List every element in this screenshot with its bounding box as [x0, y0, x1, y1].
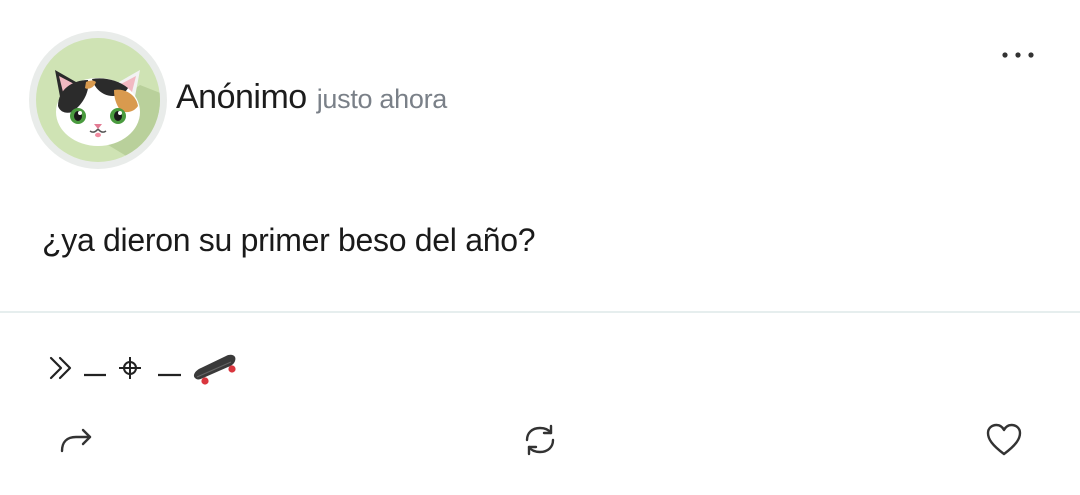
crosshair-icon — [119, 357, 141, 379]
skateboard-icon — [193, 354, 236, 385]
share-button[interactable] — [57, 420, 97, 460]
post-text: ¿ya dieron su primer beso del año? — [42, 222, 536, 258]
calico-cat-avatar-icon — [29, 31, 167, 169]
more-options-button[interactable] — [996, 40, 1040, 70]
like-button[interactable] — [984, 420, 1024, 460]
avatar[interactable] — [28, 30, 168, 170]
post-card: Anónimo justo ahora ¿ya dieron su primer… — [0, 0, 1080, 495]
heart-icon — [986, 423, 1022, 456]
more-dots-icon — [1002, 52, 1034, 58]
share-arrow-icon — [60, 428, 92, 453]
signature-decoration — [48, 348, 248, 388]
repost-icon — [525, 424, 555, 456]
post-header: Anónimo justo ahora — [176, 78, 447, 117]
repost-button[interactable] — [520, 420, 560, 460]
divider — [0, 311, 1080, 313]
chevrons-right-icon — [49, 356, 72, 380]
author-name[interactable]: Anónimo — [176, 78, 307, 117]
post-timestamp: justo ahora — [316, 84, 448, 114]
